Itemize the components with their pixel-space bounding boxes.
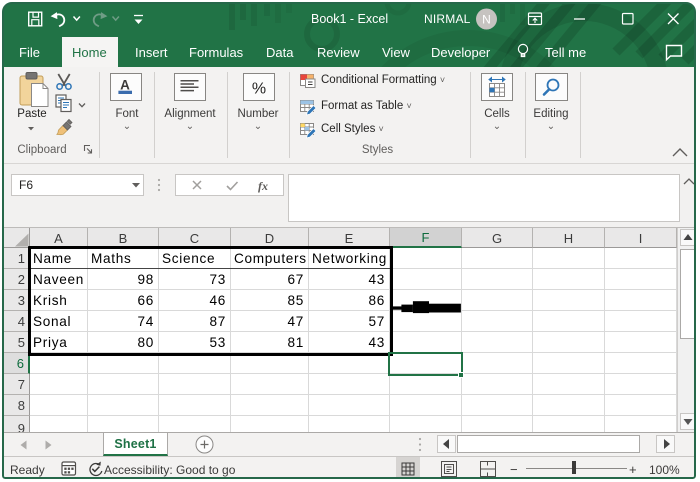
svg-text:fx: fx [258, 179, 268, 193]
svg-text:N: N [482, 13, 491, 27]
svg-text:%: % [251, 81, 265, 98]
svg-text:A: A [120, 77, 130, 92]
